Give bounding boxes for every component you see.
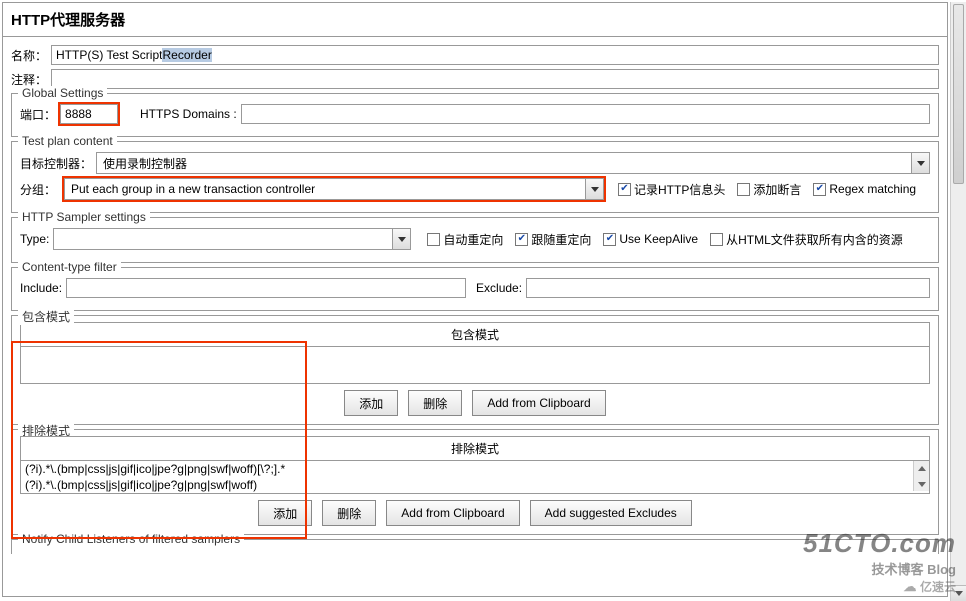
checkbox-icon — [710, 233, 723, 246]
content-type-legend: Content-type filter — [18, 260, 121, 274]
retrieve-embedded-checkbox[interactable]: 从HTML文件获取所有内含的资源 — [710, 231, 903, 248]
http-sampler-fieldset: HTTP Sampler settings Type: 自动重定向 跟随重定向 … — [11, 217, 939, 263]
capture-headers-checkbox[interactable]: 记录HTTP信息头 — [618, 181, 725, 198]
retrieve-embedded-label: 从HTML文件获取所有内含的资源 — [726, 231, 903, 248]
content-area: 名称： HTTP(S) Test Script Recorder 注释： Glo… — [3, 37, 947, 558]
comment-input[interactable] — [51, 69, 939, 89]
notify-legend: Notify Child Listeners of filtered sampl… — [18, 532, 244, 546]
type-dropdown[interactable] — [53, 228, 411, 250]
exclude-input[interactable] — [526, 278, 930, 298]
name-input[interactable]: HTTP(S) Test Script Recorder — [51, 45, 939, 65]
checkbox-icon — [737, 183, 750, 196]
name-value-selected: Recorder — [162, 48, 211, 62]
dropdown-arrow-icon[interactable] — [911, 153, 929, 173]
include-table[interactable]: 包含模式 — [20, 322, 930, 384]
capture-headers-label: 记录HTTP信息头 — [634, 181, 725, 198]
page-title: HTTP代理服务器 — [3, 3, 947, 37]
exclude-patterns-fieldset: 排除模式 排除模式 (?i).*\.(bmp|css|js|gif|ico|jp… — [11, 429, 939, 535]
global-settings-fieldset: Global Settings 端口： HTTPS Domains : — [11, 93, 939, 137]
comment-row: 注释： — [11, 69, 939, 89]
checkbox-icon — [515, 233, 528, 246]
group-label: 分组： — [20, 181, 60, 198]
add-assertion-label: 添加断言 — [753, 181, 801, 198]
test-plan-legend: Test plan content — [18, 134, 117, 148]
regex-matching-checkbox[interactable]: Regex matching — [813, 182, 916, 196]
checkbox-icon — [603, 233, 616, 246]
include-patterns-fieldset: 包含模式 包含模式 添加 删除 Add from Clipboard — [11, 315, 939, 425]
exclude-scrollbar[interactable] — [913, 461, 929, 491]
window-scrollbar[interactable] — [950, 2, 966, 601]
exclude-table[interactable]: 排除模式 (?i).*\.(bmp|css|js|gif|ico|jpe?g|p… — [20, 436, 930, 494]
target-controller-value: 使用录制控制器 — [97, 153, 911, 173]
port-label: 端口： — [20, 106, 56, 123]
include-table-header: 包含模式 — [21, 323, 929, 347]
test-plan-fieldset: Test plan content 目标控制器： 使用录制控制器 分组： Put… — [11, 141, 939, 213]
checkbox-icon — [618, 183, 631, 196]
include-delete-button[interactable]: 删除 — [408, 390, 462, 416]
https-label: HTTPS Domains : — [140, 107, 237, 121]
include-clipboard-button[interactable]: Add from Clipboard — [472, 390, 605, 416]
port-input[interactable] — [60, 104, 118, 124]
global-settings-legend: Global Settings — [18, 86, 107, 100]
target-controller-dropdown[interactable]: 使用录制控制器 — [96, 152, 930, 174]
follow-redirect-label: 跟随重定向 — [531, 231, 591, 248]
type-label: Type: — [20, 232, 49, 246]
keepalive-checkbox[interactable]: Use KeepAlive — [603, 232, 698, 246]
table-row[interactable]: (?i).*\.(bmp|css|js|gif|ico|jpe?g|png|sw… — [21, 477, 913, 493]
scroll-down-icon[interactable] — [914, 477, 929, 491]
target-controller-label: 目标控制器： — [20, 155, 92, 172]
auto-redirect-checkbox[interactable]: 自动重定向 — [427, 231, 503, 248]
group-dropdown[interactable]: Put each group in a new transaction cont… — [64, 178, 604, 200]
dropdown-arrow-icon[interactable] — [392, 229, 410, 249]
include-table-body[interactable] — [21, 347, 929, 383]
checkbox-icon — [427, 233, 440, 246]
group-value: Put each group in a new transaction cont… — [65, 179, 585, 199]
exclude-table-header: 排除模式 — [21, 437, 929, 461]
main-panel: HTTP代理服务器 名称： HTTP(S) Test Script Record… — [2, 2, 948, 597]
scroll-up-icon[interactable] — [914, 461, 929, 475]
exclude-suggested-button[interactable]: Add suggested Excludes — [530, 500, 692, 526]
type-value — [54, 229, 392, 249]
include-patterns-legend: 包含模式 — [18, 308, 74, 325]
exclude-add-button[interactable]: 添加 — [258, 500, 312, 526]
add-assertion-checkbox[interactable]: 添加断言 — [737, 181, 801, 198]
name-row: 名称： HTTP(S) Test Script Recorder — [11, 45, 939, 65]
regex-matching-label: Regex matching — [829, 182, 916, 196]
include-label: Include: — [20, 281, 62, 295]
notify-fieldset: Notify Child Listeners of filtered sampl… — [11, 539, 939, 554]
checkbox-icon — [813, 183, 826, 196]
auto-redirect-label: 自动重定向 — [443, 231, 503, 248]
exclude-label: Exclude: — [476, 281, 522, 295]
dropdown-arrow-icon[interactable] — [585, 179, 603, 199]
exclude-clipboard-button[interactable]: Add from Clipboard — [386, 500, 519, 526]
http-sampler-legend: HTTP Sampler settings — [18, 210, 150, 224]
name-value-plain: HTTP(S) Test Script — [56, 48, 162, 62]
include-add-button[interactable]: 添加 — [344, 390, 398, 416]
include-input[interactable] — [66, 278, 466, 298]
https-domains-input[interactable] — [241, 104, 930, 124]
exclude-delete-button[interactable]: 删除 — [322, 500, 376, 526]
scrollbar-thumb[interactable] — [953, 4, 964, 184]
follow-redirect-checkbox[interactable]: 跟随重定向 — [515, 231, 591, 248]
content-type-fieldset: Content-type filter Include: Exclude: — [11, 267, 939, 311]
table-row[interactable]: (?i).*\.(bmp|css|js|gif|ico|jpe?g|png|sw… — [21, 461, 913, 477]
comment-label: 注释： — [11, 71, 47, 88]
name-label: 名称： — [11, 47, 47, 64]
keepalive-label: Use KeepAlive — [619, 232, 698, 246]
